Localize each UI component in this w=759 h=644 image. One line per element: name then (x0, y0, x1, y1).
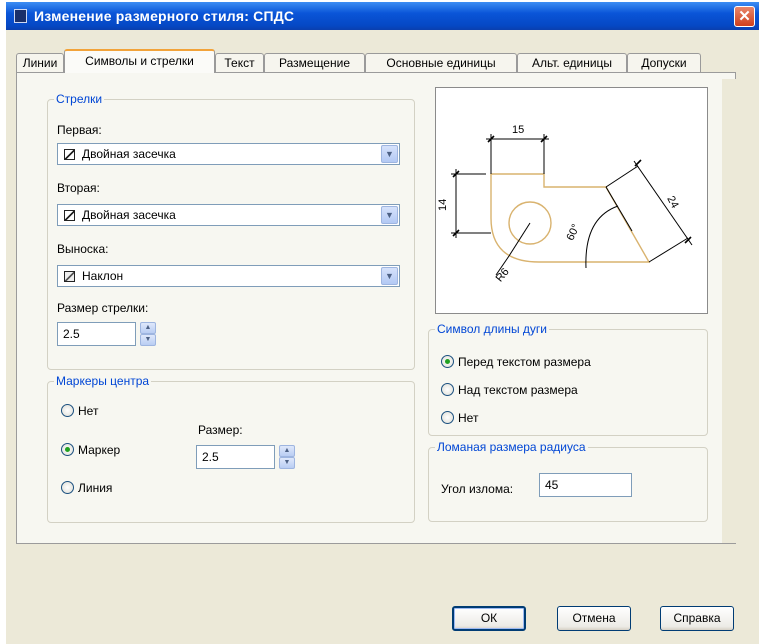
help-button[interactable]: Справка (660, 606, 734, 631)
spin-down-icon[interactable]: ▼ (140, 334, 156, 346)
title-bar: Изменение размерного стиля: СПДС ✕ (6, 2, 759, 30)
center-mark-size-label: Размер: (198, 423, 243, 437)
center-mark-mark-label: Маркер (78, 443, 121, 457)
radio-icon (61, 481, 74, 494)
center-mark-size-value: 2.5 (202, 450, 219, 464)
cancel-button[interactable]: Отмена (557, 606, 631, 631)
second-arrow-select[interactable]: Двойная засечка ▼ (57, 204, 400, 226)
center-mark-size-input[interactable]: 2.5 (196, 445, 275, 469)
tab-tolerances[interactable]: Допуски (627, 53, 701, 72)
preview-dimensions (451, 134, 693, 276)
chevron-down-icon[interactable]: ▼ (381, 206, 398, 224)
tab-alt-units[interactable]: Альт. единицы (517, 53, 627, 72)
first-arrow-value: Двойная засечка (82, 147, 176, 161)
jog-angle-input[interactable]: 45 (539, 473, 632, 497)
preview-drawing: 15 14 24 60° R6 (437, 124, 693, 284)
spin-down-icon[interactable]: ▼ (279, 457, 295, 469)
app-icon (14, 9, 27, 23)
radius-jog-legend: Ломаная размера радиуса (437, 440, 586, 454)
arc-length-legend: Символ длины дуги (437, 322, 547, 336)
leader-label: Выноска: (57, 242, 109, 256)
center-mark-size-spinner[interactable]: ▲ ▼ (279, 445, 295, 469)
arrowhead-swatch-icon (64, 210, 75, 221)
arc-none-label: Нет (458, 411, 479, 425)
oblique-swatch-icon (64, 271, 75, 282)
preview-shape (490, 173, 651, 263)
arrows-legend: Стрелки (56, 92, 103, 106)
tab-text[interactable]: Текст (215, 53, 264, 72)
center-mark-line-label: Линия (78, 481, 113, 495)
chevron-down-icon[interactable]: ▼ (381, 145, 398, 163)
close-button[interactable]: ✕ (734, 6, 755, 27)
arrow-size-spinner[interactable]: ▲ ▼ (140, 322, 156, 346)
close-icon: ✕ (738, 8, 751, 25)
first-arrow-select[interactable]: Двойная засечка ▼ (57, 143, 400, 165)
chevron-down-icon[interactable]: ▼ (381, 267, 398, 285)
panel-edge (722, 79, 736, 543)
preview-dim-radius: R6 (494, 266, 512, 284)
first-arrow-label: Первая: (57, 123, 102, 137)
second-arrow-label: Вторая: (57, 181, 100, 195)
leader-select[interactable]: Наклон ▼ (57, 265, 400, 287)
radio-icon (441, 383, 454, 396)
dimension-preview: 15 14 24 60° R6 (435, 87, 708, 314)
leader-value: Наклон (82, 269, 124, 283)
radio-selected-icon (441, 355, 454, 368)
second-arrow-value: Двойная засечка (82, 208, 176, 222)
preview-dim-top: 15 (512, 124, 524, 136)
jog-angle-label: Угол излома: (441, 482, 514, 496)
arc-before-label: Перед текстом размера (458, 355, 591, 369)
window-title: Изменение размерного стиля: СПДС (34, 8, 295, 24)
radio-icon (441, 411, 454, 424)
arc-above-label: Над текстом размера (458, 383, 578, 397)
arrowhead-swatch-icon (64, 149, 75, 160)
radio-icon (61, 404, 74, 417)
center-marks-legend: Маркеры центра (56, 374, 150, 388)
preview-dim-angle: 60° (564, 222, 582, 242)
radio-selected-icon (61, 443, 74, 456)
arrow-size-value: 2.5 (63, 327, 80, 341)
preview-dim-left: 14 (437, 199, 449, 211)
arrow-size-label: Размер стрелки: (57, 301, 149, 315)
arrow-size-input[interactable]: 2.5 (57, 322, 136, 346)
preview-labels: 15 14 24 60° R6 (437, 124, 681, 284)
jog-angle-value: 45 (545, 478, 559, 492)
ok-button[interactable]: ОК (452, 606, 526, 631)
tab-lines[interactable]: Линии (16, 53, 64, 72)
tab-primary-units[interactable]: Основные единицы (365, 53, 517, 72)
spin-up-icon[interactable]: ▲ (279, 445, 295, 457)
tab-placement[interactable]: Размещение (264, 53, 365, 72)
tab-symbols-arrows[interactable]: Символы и стрелки (64, 49, 215, 73)
center-mark-none-label: Нет (78, 404, 99, 418)
spin-up-icon[interactable]: ▲ (140, 322, 156, 334)
